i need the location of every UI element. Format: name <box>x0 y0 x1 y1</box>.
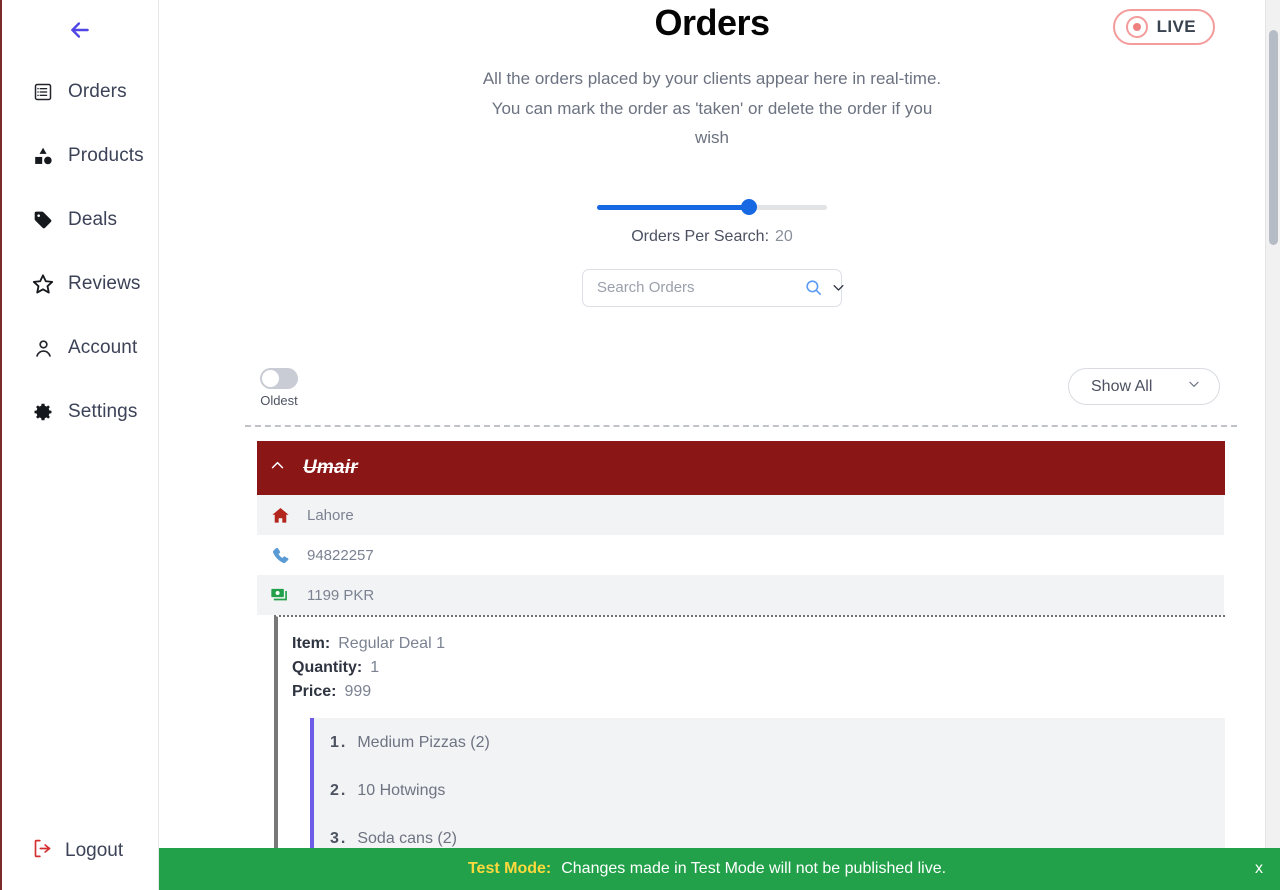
order-customer-name: Umair <box>303 457 358 478</box>
order-total-price: 1199 PKR <box>307 586 375 604</box>
item-label: Item: <box>292 635 331 652</box>
list-item-number: 3. <box>330 830 348 847</box>
price-row: Price: 999 <box>292 680 1225 704</box>
search-icon[interactable] <box>804 278 823 297</box>
sidebar-item-deals[interactable]: Deals <box>2 188 158 252</box>
list-item-number: 2. <box>330 782 348 799</box>
sidebar-nav: Orders Products Deals Reviews Account Se… <box>2 60 158 444</box>
person-icon <box>32 337 54 359</box>
sidebar-item-label: Account <box>68 337 138 358</box>
quantity-value: 1 <box>370 659 380 676</box>
list-item-label: Medium Pizzas (2) <box>357 734 490 751</box>
search-bar[interactable] <box>582 268 844 307</box>
list-item-label: Soda cans (2) <box>357 830 457 847</box>
quantity-row: Quantity: 1 <box>292 656 1225 680</box>
sidebar: Orders Products Deals Reviews Account Se… <box>0 0 159 890</box>
sidebar-item-label: Orders <box>68 81 127 102</box>
page-subtitle: All the orders placed by your clients ap… <box>482 69 942 147</box>
order-card: Umair Lahore 94822257 1199 PKR Item: Reg… <box>257 441 1225 890</box>
home-icon <box>269 506 291 525</box>
tag-icon <box>32 209 54 231</box>
order-card-header[interactable]: Umair <box>257 441 1225 495</box>
order-city: Lahore <box>307 506 354 524</box>
oldest-toggle[interactable] <box>260 368 298 389</box>
scrollbar-thumb[interactable] <box>1269 30 1278 245</box>
search-input[interactable] <box>597 279 796 296</box>
live-badge-label: LIVE <box>1156 17 1196 36</box>
page-title: Orders <box>654 2 770 43</box>
sidebar-item-orders[interactable]: Orders <box>2 60 158 124</box>
list-item: 1. Medium Pizzas (2) <box>330 734 1225 782</box>
live-status-badge[interactable]: LIVE <box>1112 9 1215 45</box>
show-all-dropdown[interactable]: Show All <box>1068 368 1220 405</box>
test-mode-message: Changes made in Test Mode will not be pu… <box>561 860 947 877</box>
slider-fill <box>597 204 749 210</box>
list-box-icon <box>32 81 54 103</box>
item-row: Item: Regular Deal 1 <box>292 632 1225 656</box>
sidebar-item-label: Reviews <box>68 273 141 294</box>
order-price-row: 1199 PKR <box>257 575 1224 615</box>
test-mode-label: Test Mode: <box>467 860 552 877</box>
price-label: Price: <box>292 683 337 700</box>
show-all-label: Show All <box>1091 377 1153 395</box>
order-phone-row: 94822257 <box>257 535 1224 575</box>
chevron-down-icon <box>1187 377 1201 396</box>
arrow-left-icon[interactable] <box>67 17 93 43</box>
sidebar-item-settings[interactable]: Settings <box>2 380 158 444</box>
orders-per-search-slider[interactable] <box>597 199 827 215</box>
oldest-toggle-wrap: Oldest <box>260 368 298 408</box>
orders-per-search-slider-wrap: Orders Per Search: 20 <box>159 199 1265 246</box>
phone-icon <box>269 546 291 565</box>
order-phone: 94822257 <box>307 546 374 564</box>
test-mode-banner: Test Mode: Changes made in Test Mode wil… <box>159 848 1280 890</box>
shapes-icon <box>32 145 54 167</box>
gear-icon <box>32 401 54 423</box>
list-item-number: 1. <box>330 734 348 751</box>
order-city-row: Lahore <box>257 495 1224 535</box>
chevron-up-icon[interactable] <box>269 457 286 479</box>
list-item: 2. 10 Hotwings <box>330 782 1225 830</box>
back-button-row[interactable] <box>2 0 158 60</box>
oldest-toggle-label: Oldest <box>260 393 298 408</box>
orders-toolbar: Oldest Show All <box>159 355 1265 415</box>
logout-button[interactable]: Logout <box>2 826 158 876</box>
sidebar-item-account[interactable]: Account <box>2 316 158 380</box>
close-icon[interactable]: x <box>1255 860 1263 878</box>
sidebar-item-products[interactable]: Products <box>2 124 158 188</box>
sidebar-item-reviews[interactable]: Reviews <box>2 252 158 316</box>
order-list-separator <box>245 425 1237 427</box>
sidebar-item-label: Settings <box>68 401 138 422</box>
sidebar-item-label: Deals <box>68 209 118 230</box>
record-dot-icon <box>1125 16 1148 38</box>
test-mode-message-wrap: Test Mode: Changes made in Test Mode wil… <box>159 860 1255 878</box>
chevron-down-icon[interactable] <box>831 280 846 295</box>
main-content: LIVE Orders All the orders placed by you… <box>159 0 1265 890</box>
list-item-label: 10 Hotwings <box>357 782 446 799</box>
sidebar-item-label: Products <box>68 145 144 166</box>
star-icon <box>32 273 54 295</box>
item-value: Regular Deal 1 <box>338 635 445 652</box>
logout-label: Logout <box>65 840 124 861</box>
logout-icon <box>32 838 53 864</box>
money-icon <box>269 585 291 605</box>
slider-label: Orders Per Search: 20 <box>631 228 793 246</box>
quantity-label: Quantity: <box>292 659 363 676</box>
slider-label-text: Orders Per Search: <box>631 227 770 245</box>
page-scrollbar[interactable] <box>1265 0 1280 890</box>
price-value: 999 <box>344 683 372 700</box>
toggle-knob <box>262 370 279 387</box>
slider-value: 20 <box>775 227 793 245</box>
slider-thumb[interactable] <box>740 199 757 215</box>
